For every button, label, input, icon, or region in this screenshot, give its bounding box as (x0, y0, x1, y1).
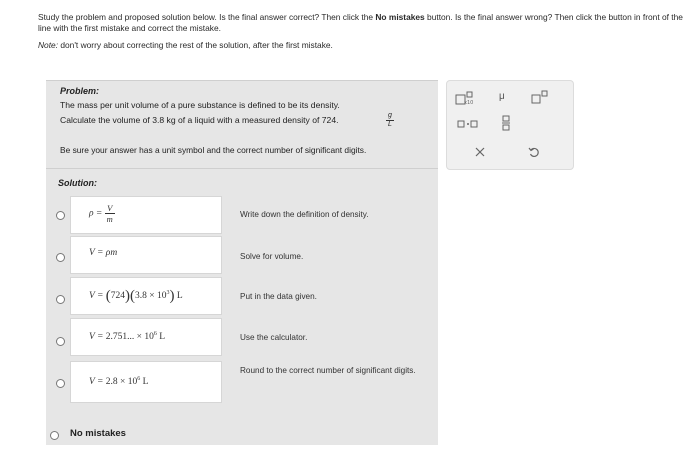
unit-denominator: L (388, 121, 392, 128)
problem-title: Problem: (60, 86, 100, 96)
note-text: don't worry about correcting the rest of… (58, 40, 333, 50)
step-1-note: Write down the definition of density. (240, 210, 369, 219)
step-1-box: ρ = Vm (70, 196, 222, 234)
step-4-box: V = 2.751... × 106 L (70, 318, 222, 356)
fraction-icon[interactable] (501, 115, 511, 131)
no-mistakes-label[interactable]: No mistakes (70, 428, 126, 439)
instructions-bold: No mistakes (375, 12, 425, 22)
step-2-radio[interactable] (56, 253, 65, 262)
mu-icon[interactable]: μ (499, 91, 505, 102)
note: Note: don't worry about correcting the r… (38, 40, 333, 50)
step-3-radio[interactable] (56, 295, 65, 304)
problem-panel: Problem: The mass per unit volume of a p… (46, 80, 438, 169)
solution-title: Solution: (58, 178, 97, 188)
step-3-box: V = (724)(3.8 × 103) L (70, 277, 222, 315)
problem-line-1: The mass per unit volume of a pure subst… (60, 100, 340, 110)
step-2-expression: V = ρm (89, 248, 118, 258)
step-5-note: Round to the correct number of significa… (240, 366, 416, 375)
step-3-note: Put in the data given. (240, 292, 317, 301)
step-5-radio[interactable] (56, 379, 65, 388)
step-4-radio[interactable] (56, 337, 65, 346)
density-unit-fraction: g L (386, 112, 394, 129)
instructions: Study the problem and proposed solution … (38, 12, 698, 34)
step-1-expression: ρ = Vm (89, 203, 115, 224)
no-mistakes-radio[interactable] (50, 431, 59, 440)
note-label: Note: (38, 40, 59, 50)
step-5-box: V = 2.8 × 106 L (70, 361, 222, 403)
problem-line-2: Calculate the volume of 3.8 kg of a liqu… (60, 115, 339, 125)
math-toolbar: x10 μ (446, 80, 574, 170)
clear-icon[interactable] (475, 147, 485, 157)
svg-text:x10: x10 (464, 100, 473, 105)
step-4-expression: V = 2.751... × 106 L (89, 331, 166, 343)
step-2-note: Solve for volume. (240, 252, 304, 261)
instructions-text-1: Study the problem and proposed solution … (38, 12, 376, 22)
step-1-radio[interactable] (56, 211, 65, 220)
undo-icon[interactable] (528, 146, 540, 158)
exponent-icon[interactable] (531, 90, 549, 104)
step-3-expression: V = (724)(3.8 × 103) L (89, 288, 183, 304)
solution-panel: Solution: ρ = Vm Write down the definiti… (46, 168, 438, 445)
step-5-expression: V = 2.8 × 106 L (89, 376, 149, 388)
problem-line-3: Be sure your answer has a unit symbol an… (60, 145, 367, 155)
step-4-note: Use the calculator. (240, 333, 308, 342)
step-2-box: V = ρm (70, 236, 222, 274)
superscript-icon[interactable]: x10 (455, 91, 477, 105)
times-dot-icon[interactable] (457, 119, 479, 129)
unit-numerator: g (388, 112, 392, 119)
